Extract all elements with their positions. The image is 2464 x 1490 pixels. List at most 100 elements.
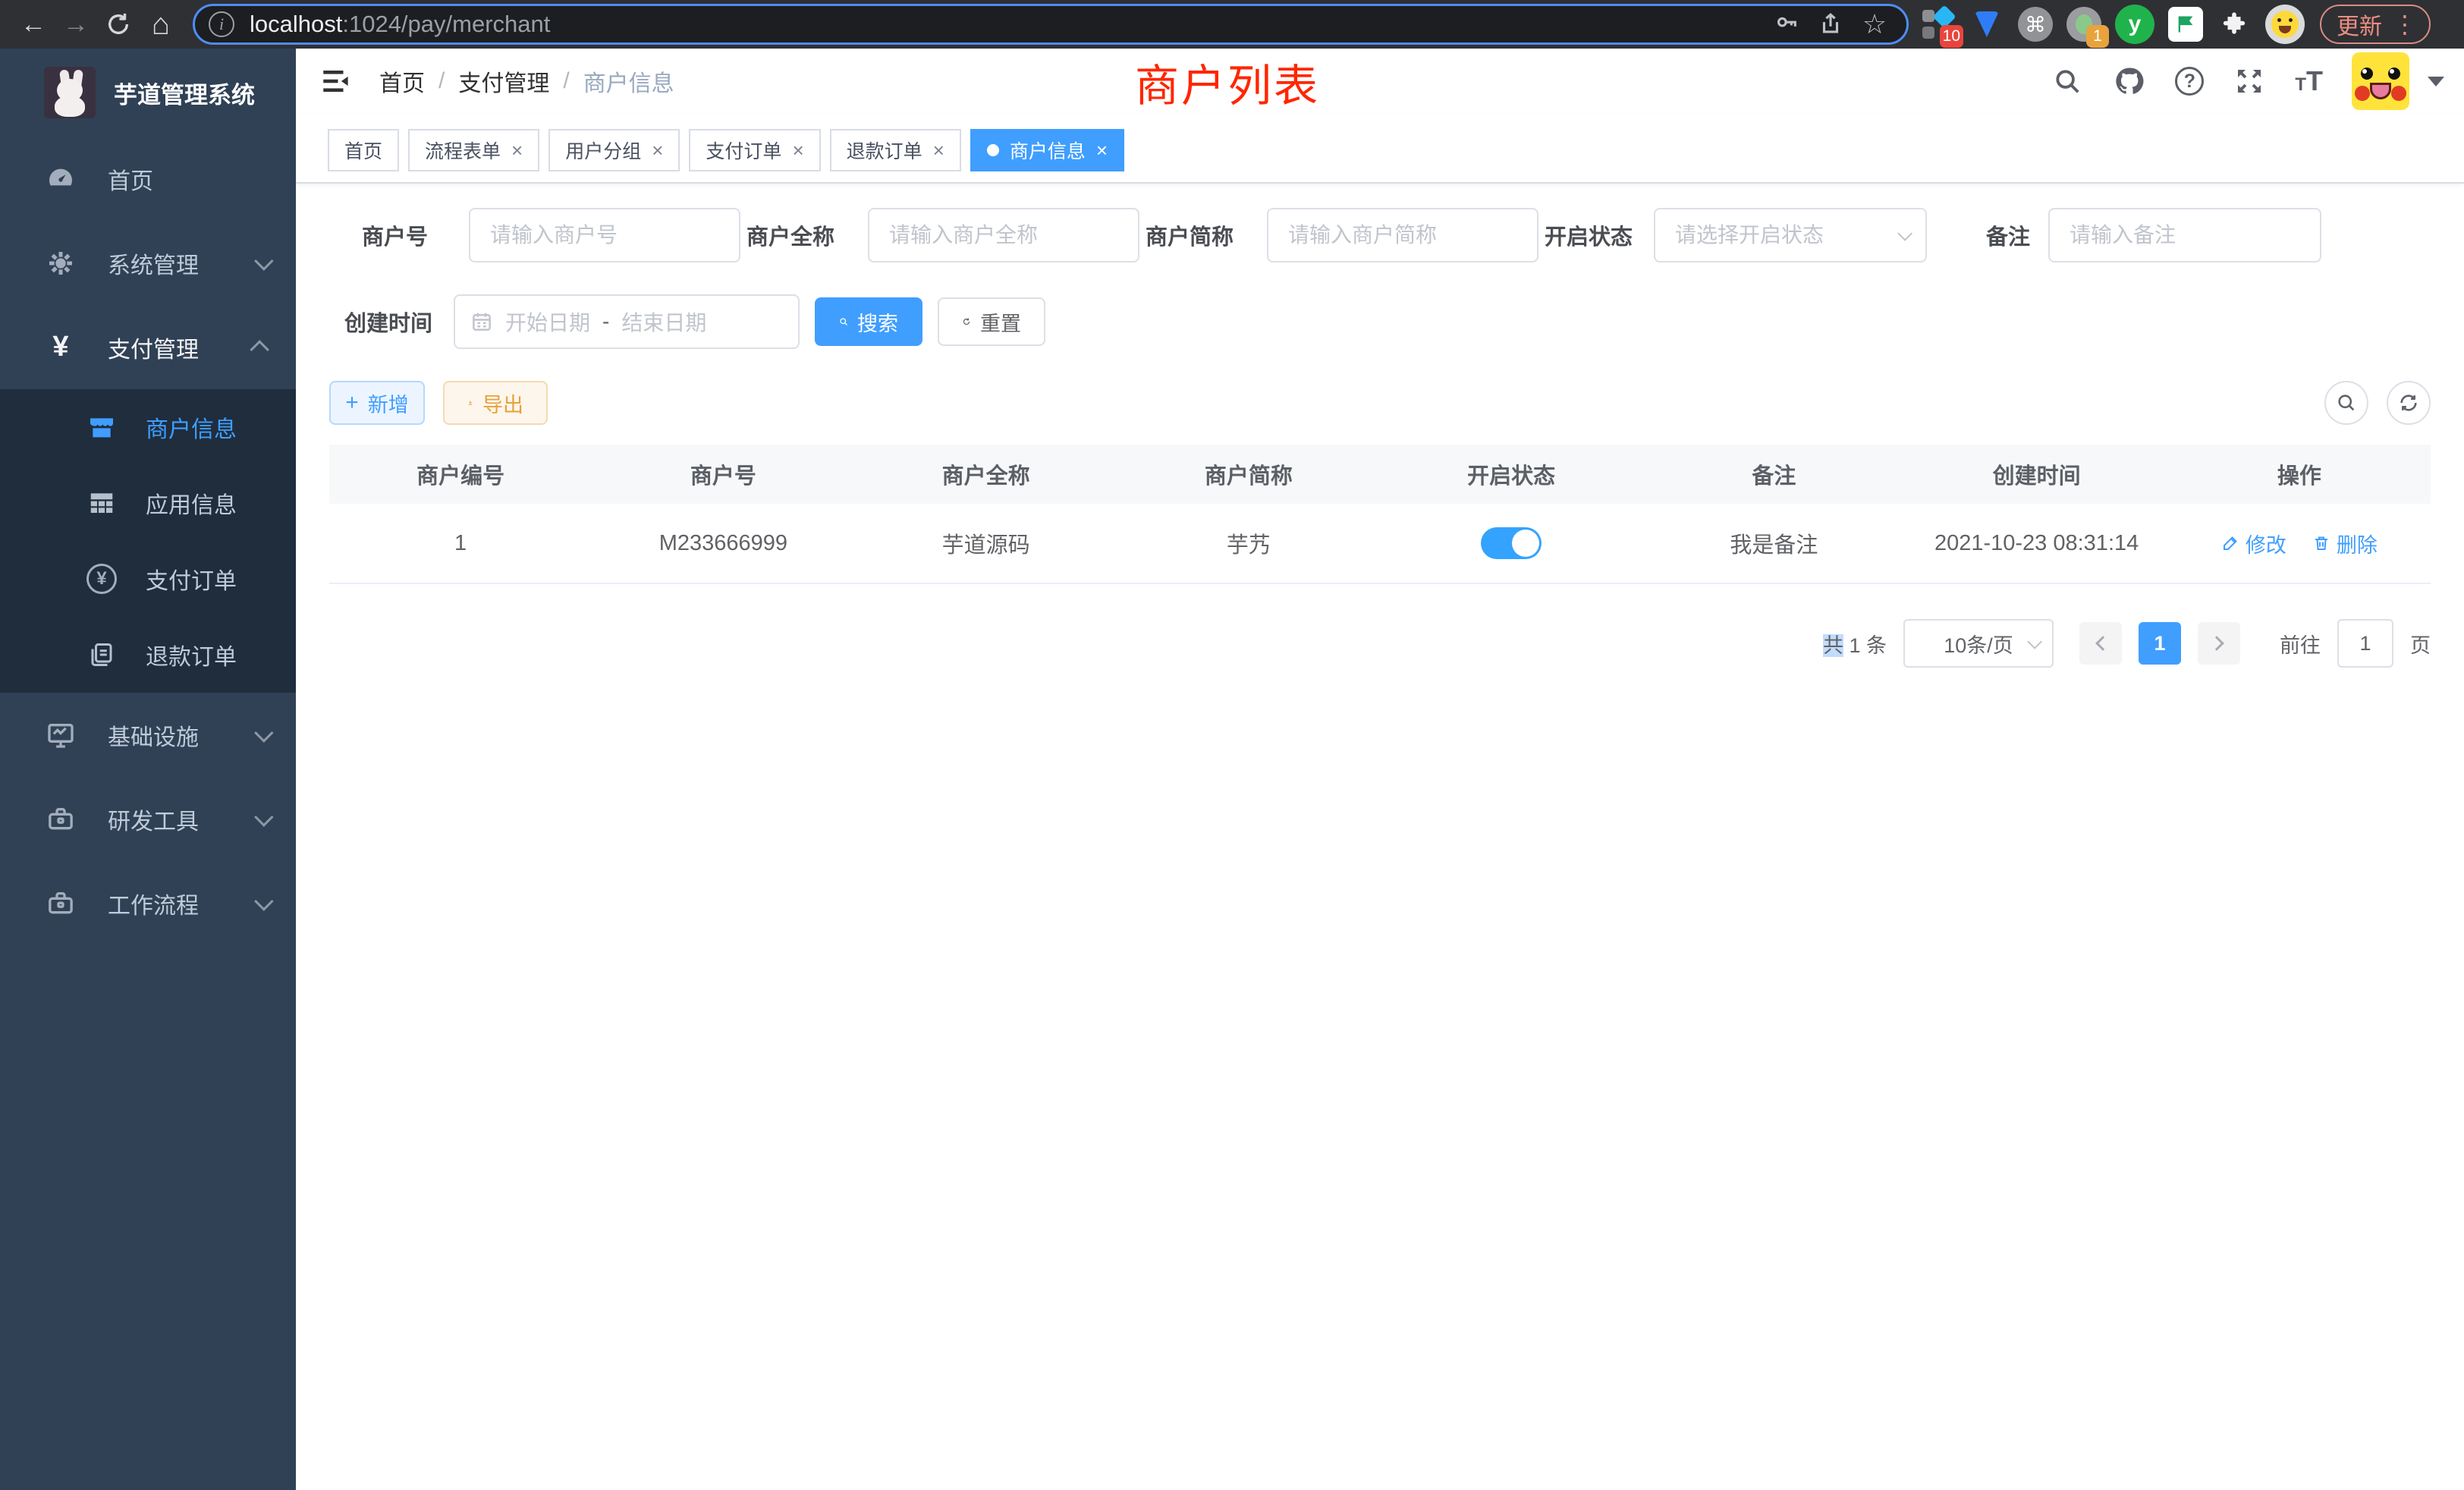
breadcrumb-current: 商户信息 <box>583 64 674 98</box>
delete-link[interactable]: 删除 <box>2312 529 2378 558</box>
sidebar-item-workflow[interactable]: 工作流程 <box>0 861 296 945</box>
add-label: 新增 <box>368 388 409 418</box>
close-icon[interactable]: × <box>933 140 944 160</box>
tab-label: 流程表单 <box>425 137 501 164</box>
sidebar-item-merchant-info[interactable]: 商户信息 <box>0 389 296 465</box>
end-date-placeholder[interactable]: 结束日期 <box>621 306 706 337</box>
url-path: :1024/pay/merchant <box>342 11 550 37</box>
reset-button[interactable]: 重置 <box>938 297 1045 346</box>
sidebar: 芋道管理系统 首页 系统管理 ¥ 支付管理 商户信息 <box>0 49 296 1490</box>
add-button[interactable]: + 新增 <box>329 381 425 425</box>
cell-actions: 修改 删除 <box>2168 504 2431 584</box>
page-1-button[interactable]: 1 <box>2139 622 2181 665</box>
next-page-button[interactable] <box>2198 622 2240 665</box>
extension-kite-icon[interactable] <box>1969 7 2004 42</box>
extension-status-icon[interactable]: 1 <box>2066 7 2101 42</box>
start-date-placeholder[interactable]: 开始日期 <box>505 306 590 337</box>
edit-link[interactable]: 修改 <box>2221 529 2286 558</box>
tab-process-form[interactable]: 流程表单 × <box>408 129 539 171</box>
sidebar-item-app-info[interactable]: 应用信息 <box>0 465 296 541</box>
status-select-input[interactable] <box>1654 208 1927 262</box>
forward-icon[interactable]: → <box>55 3 97 46</box>
tab-home[interactable]: 首页 <box>328 129 399 171</box>
prev-page-button[interactable] <box>2079 622 2122 665</box>
sidebar-item-home[interactable]: 首页 <box>0 137 296 221</box>
remark-input[interactable] <box>2048 208 2321 262</box>
update-label: 更新 <box>2337 8 2382 41</box>
tab-refund-order[interactable]: 退款订单× <box>830 129 961 171</box>
close-icon[interactable]: × <box>511 140 523 160</box>
search-button[interactable]: 搜索 <box>815 297 922 346</box>
goto-page-input[interactable] <box>2337 619 2393 668</box>
delete-label: 删除 <box>2337 529 2378 558</box>
export-button[interactable]: 导出 <box>443 381 548 425</box>
app-logo-row[interactable]: 芋道管理系统 <box>0 49 296 137</box>
cell-remark: 我是备注 <box>1642 504 1905 584</box>
field-label: 备注 <box>1986 219 2029 251</box>
chevron-down-icon <box>254 891 273 910</box>
extension-y-icon[interactable]: y <box>2115 5 2154 44</box>
close-icon[interactable]: × <box>1096 140 1108 160</box>
font-size-icon[interactable]: TT <box>2295 65 2323 97</box>
sidebar-item-pay[interactable]: ¥ 支付管理 <box>0 305 296 389</box>
browser-update-button[interactable]: 更新 ⋮ <box>2320 5 2431 44</box>
url-bar[interactable]: i localhost:1024/pay/merchant ☆ <box>193 4 1909 45</box>
page-size-select[interactable]: 10条/页 <box>1903 619 2054 668</box>
sidebar-item-label: 基础设施 <box>108 718 255 752</box>
extension-flag-icon[interactable] <box>2168 7 2203 42</box>
user-avatar[interactable] <box>2352 52 2409 110</box>
chevron-down-icon <box>254 807 273 826</box>
table-row: 1 M233666999 芋道源码 芋艿 我是备注 2021-10-23 08:… <box>329 504 2431 584</box>
tab-merchant-info[interactable]: 商户信息× <box>970 129 1124 171</box>
chevron-down-icon <box>254 251 273 270</box>
sidebar-fold-icon[interactable] <box>319 64 352 98</box>
sidebar-item-pay-order[interactable]: ¥ 支付订单 <box>0 541 296 617</box>
close-icon[interactable]: × <box>652 140 663 160</box>
tab-pay-order[interactable]: 支付订单× <box>689 129 820 171</box>
field-label: 开启状态 <box>1545 219 1630 251</box>
sidebar-item-infra[interactable]: 基础设施 <box>0 693 296 777</box>
search-icon[interactable] <box>2051 64 2084 98</box>
profile-avatar-icon[interactable] <box>2265 5 2305 44</box>
fullscreen-icon[interactable] <box>2233 64 2266 98</box>
help-icon[interactable]: ? <box>2175 67 2204 96</box>
extension-tabs-icon[interactable]: 10 <box>1921 7 1956 42</box>
back-icon[interactable]: ← <box>12 3 55 46</box>
short-name-input[interactable] <box>1267 208 1538 262</box>
merchant-no-input[interactable] <box>469 208 740 262</box>
extension-command-icon[interactable]: ⌘ <box>2018 7 2053 42</box>
bookmark-star-icon[interactable]: ☆ <box>1856 6 1893 42</box>
sidebar-item-devtools[interactable]: 研发工具 <box>0 777 296 861</box>
breadcrumb-pay[interactable]: 支付管理 <box>458 64 549 98</box>
merchant-table: 商户编号 商户号 商户全称 商户简称 开启状态 备注 创建时间 操作 1 M23… <box>329 445 2431 584</box>
avatar-caret-icon[interactable] <box>2428 77 2444 86</box>
filter-merchant-no: 商户号 <box>344 208 740 262</box>
site-info-icon[interactable]: i <box>209 11 234 37</box>
share-icon[interactable] <box>1812 6 1849 42</box>
tags-view-bar: 首页 流程表单 × 用户分组× 支付订单× 退款订单× 商户信息× <box>296 114 2464 184</box>
cell-create-time: 2021-10-23 08:31:14 <box>1906 504 2168 584</box>
status-select[interactable] <box>1654 208 1927 262</box>
show-search-toggle-button[interactable] <box>2324 381 2368 425</box>
reload-icon[interactable] <box>97 3 140 46</box>
close-icon[interactable]: × <box>792 140 803 160</box>
github-icon[interactable] <box>2113 64 2146 98</box>
full-name-input[interactable] <box>868 208 1139 262</box>
breadcrumb-home[interactable]: 首页 <box>379 64 425 98</box>
home-icon[interactable]: ⌂ <box>140 3 182 46</box>
sidebar-item-system[interactable]: 系统管理 <box>0 221 296 305</box>
extensions-puzzle-icon[interactable] <box>2217 7 2252 42</box>
url-text[interactable]: localhost:1024/pay/merchant <box>250 11 1761 38</box>
sidebar-item-refund-order[interactable]: 退款订单 <box>0 617 296 693</box>
col-header: 操作 <box>2168 445 2431 504</box>
password-key-icon[interactable] <box>1768 6 1805 42</box>
date-range-picker[interactable]: 开始日期 - 结束日期 <box>454 294 800 349</box>
sidebar-item-label: 首页 <box>108 162 269 196</box>
tab-user-group[interactable]: 用户分组× <box>548 129 680 171</box>
browser-menu-icon[interactable]: ⋮ <box>2393 10 2417 39</box>
yen-icon: ¥ <box>44 331 77 364</box>
status-toggle[interactable] <box>1481 527 1542 559</box>
sidebar-item-label: 系统管理 <box>108 247 255 280</box>
export-label: 导出 <box>482 388 523 418</box>
refresh-button[interactable] <box>2387 381 2431 425</box>
